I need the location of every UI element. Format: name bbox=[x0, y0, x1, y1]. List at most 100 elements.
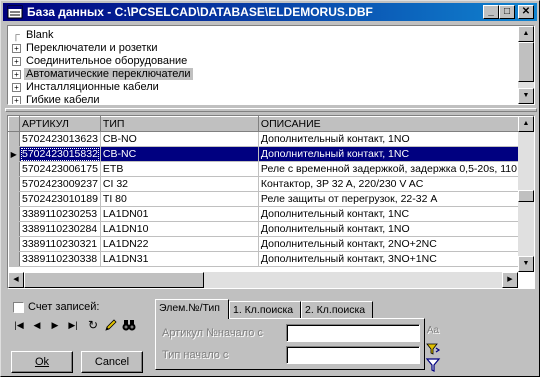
cell-type[interactable]: ETB bbox=[100, 161, 259, 177]
cell-description[interactable]: Дополнительный контакт, 1NO bbox=[258, 221, 529, 237]
scroll-up-icon[interactable]: ▲ bbox=[518, 26, 534, 42]
cell-type[interactable]: CI 32 bbox=[100, 176, 259, 192]
last-record-icon[interactable]: ▶| bbox=[65, 317, 81, 333]
edit-pencil-icon[interactable] bbox=[103, 317, 119, 333]
tree-scrollbar[interactable]: ▲ ▼ bbox=[518, 26, 534, 104]
record-count-label: Счет записей: bbox=[28, 301, 100, 313]
scroll-thumb[interactable] bbox=[24, 272, 204, 288]
tree-item-label: Гибкие кабели bbox=[26, 94, 100, 105]
cell-type[interactable]: LA1DN22 bbox=[100, 236, 259, 252]
table-row[interactable]: 3389110230253 LA1DN01 Дополнительный кон… bbox=[8, 206, 529, 222]
expand-icon[interactable]: + bbox=[12, 95, 21, 104]
header-indicator bbox=[8, 116, 20, 132]
table-row[interactable]: 5702423006175 ETB Реле с временной задер… bbox=[8, 161, 529, 177]
cell-description[interactable]: Контактор, 3P 32 A, 220/230 V AC bbox=[258, 176, 529, 192]
cell-type[interactable]: CB-NC bbox=[100, 146, 259, 162]
close-button[interactable]: ✕ bbox=[518, 5, 534, 19]
article-start-input[interactable] bbox=[286, 324, 420, 342]
type-start-label: Тип начало с bbox=[162, 349, 229, 361]
tree-item-switches[interactable]: + Переключатели и розетки bbox=[12, 42, 160, 55]
cell-article[interactable]: 5702423009237 bbox=[19, 176, 101, 192]
refresh-icon[interactable]: ↻ bbox=[85, 317, 101, 333]
cell-article[interactable]: 3389110230338 bbox=[19, 251, 101, 267]
tab-search-key-2[interactable]: 2. Кл.поиска bbox=[301, 301, 373, 318]
column-header-article[interactable]: АРТИКУЛ bbox=[19, 116, 101, 132]
expand-icon[interactable]: + bbox=[12, 56, 21, 66]
tree-item-circuit-breakers[interactable]: + Автоматические переключатели bbox=[12, 68, 193, 81]
tree-item-flex-cables[interactable]: + Гибкие кабели bbox=[12, 94, 102, 105]
record-count-checkbox[interactable] bbox=[13, 302, 24, 313]
quick-filter-icon[interactable] bbox=[425, 341, 441, 357]
scroll-thumb[interactable] bbox=[518, 190, 534, 202]
cell-article[interactable]: 3389110230284 bbox=[19, 221, 101, 237]
tree-item-label: Автоматические переключатели bbox=[24, 68, 193, 80]
scroll-thumb[interactable] bbox=[518, 42, 534, 82]
cell-description[interactable]: Реле защиты от перегрузок, 22-32 A bbox=[258, 191, 529, 207]
scroll-left-icon[interactable]: ◀ bbox=[8, 272, 24, 288]
table-row[interactable]: 3389110230284 LA1DN10 Дополнительный кон… bbox=[8, 221, 529, 237]
maximize-button[interactable]: □ bbox=[499, 5, 515, 19]
expand-icon[interactable]: + bbox=[12, 82, 21, 92]
cell-article[interactable]: 5702423010189 bbox=[19, 191, 101, 207]
expand-icon[interactable]: + bbox=[12, 43, 21, 53]
column-header-description[interactable]: ОПИСАНИЕ bbox=[257, 116, 529, 132]
cell-article[interactable]: 3389110230253 bbox=[19, 206, 101, 222]
ok-button[interactable]: Ok bbox=[11, 351, 73, 373]
type-start-input[interactable] bbox=[286, 346, 420, 364]
cell-type[interactable]: LA1DN10 bbox=[100, 221, 259, 237]
tree-item-blank[interactable]: ┌ Blank bbox=[12, 29, 56, 42]
cell-article[interactable]: 5702423013623 bbox=[19, 131, 101, 147]
scroll-up-icon[interactable]: ▲ bbox=[518, 116, 534, 132]
cancel-button[interactable]: Cancel bbox=[81, 351, 143, 373]
scroll-down-icon[interactable]: ▼ bbox=[518, 88, 534, 104]
row-indicator bbox=[8, 221, 20, 237]
tab-search-key-1[interactable]: 1. Кл.поиска bbox=[229, 301, 301, 318]
cell-article[interactable]: 5702423006175 bbox=[19, 161, 101, 177]
first-record-icon[interactable]: |◀ bbox=[11, 317, 27, 333]
filter-funnel-icon[interactable] bbox=[425, 357, 441, 373]
cell-description[interactable]: Дополнительный контакт, 3NO+1NC bbox=[258, 251, 529, 267]
tab-element-type[interactable]: Элем.№/Тип bbox=[155, 299, 229, 319]
expand-icon[interactable]: + bbox=[12, 69, 21, 79]
cell-description[interactable]: Дополнительный контакт, 2NO+2NC bbox=[258, 236, 529, 252]
title-bar[interactable]: База данных - C:\PCSELCAD\DATABASE\ELDEM… bbox=[3, 3, 537, 21]
splitter[interactable] bbox=[5, 108, 537, 112]
current-row-arrow-icon: ▶ bbox=[8, 146, 20, 162]
row-indicator bbox=[8, 131, 20, 147]
cancel-button-label: Cancel bbox=[94, 356, 130, 368]
tree-item-install-cables[interactable]: + Инсталляционные кабели bbox=[12, 81, 161, 94]
tab-panel: Артикул №начало с Тип начало с bbox=[155, 318, 425, 370]
cell-article[interactable]: 3389110230321 bbox=[19, 236, 101, 252]
table-row[interactable]: 3389110230338 LA1DN31 Дополнительный кон… bbox=[8, 251, 529, 267]
table-row-selected[interactable]: ▶ 5702423015832 CB-NC Дополнительный кон… bbox=[8, 146, 529, 162]
row-indicator bbox=[8, 251, 20, 267]
cell-type[interactable]: LA1DN01 bbox=[100, 206, 259, 222]
table-row[interactable]: 5702423010189 TI 80 Реле защиты от перег… bbox=[8, 191, 529, 207]
cell-type[interactable]: CB-NO bbox=[100, 131, 259, 147]
cell-type[interactable]: LA1DN31 bbox=[100, 251, 259, 267]
cell-description[interactable]: Дополнительный контакт, 1NC bbox=[258, 206, 529, 222]
tree-item-connectors[interactable]: + Соединительное оборудование bbox=[12, 55, 189, 68]
cell-type[interactable]: TI 80 bbox=[100, 191, 259, 207]
table-row[interactable]: 3389110230321 LA1DN22 Дополнительный кон… bbox=[8, 236, 529, 252]
table-row[interactable]: 5702423009237 CI 32 Контактор, 3P 32 A, … bbox=[8, 176, 529, 192]
grid-vertical-scrollbar[interactable]: ▲ ▼ bbox=[518, 116, 534, 272]
cell-article[interactable]: 5702423015832 bbox=[19, 146, 101, 162]
prev-record-icon[interactable]: ◀ bbox=[29, 317, 45, 333]
scroll-down-icon[interactable]: ▼ bbox=[518, 256, 534, 272]
records-grid[interactable]: АРТИКУЛ ТИП ОПИСАНИЕ 5702423013623 CB-NO… bbox=[7, 115, 535, 289]
cell-description[interactable]: Дополнительный контакт, 1NC bbox=[258, 146, 529, 162]
case-sensitive-icon[interactable]: Aa bbox=[425, 323, 441, 339]
cell-description[interactable]: Дополнительный контакт, 1NO bbox=[258, 131, 529, 147]
minimize-button[interactable]: _ bbox=[483, 5, 499, 19]
column-header-type[interactable]: ТИП bbox=[99, 116, 259, 132]
grid-horizontal-scrollbar[interactable]: ◀ ▶ bbox=[8, 272, 518, 288]
article-start-label: Артикул №начало с bbox=[162, 327, 263, 339]
category-tree[interactable]: ┌ Blank + Переключатели и розетки + Соедини… bbox=[7, 25, 535, 105]
table-row[interactable]: 5702423013623 CB-NO Дополнительный конта… bbox=[8, 131, 529, 147]
cell-description[interactable]: Реле с временной задержкой, задержка 0,5… bbox=[258, 161, 529, 177]
next-record-icon[interactable]: ▶ bbox=[47, 317, 63, 333]
scroll-right-icon[interactable]: ▶ bbox=[502, 272, 518, 288]
find-binoculars-icon[interactable] bbox=[121, 317, 137, 333]
maximize-icon: □ bbox=[503, 6, 511, 17]
